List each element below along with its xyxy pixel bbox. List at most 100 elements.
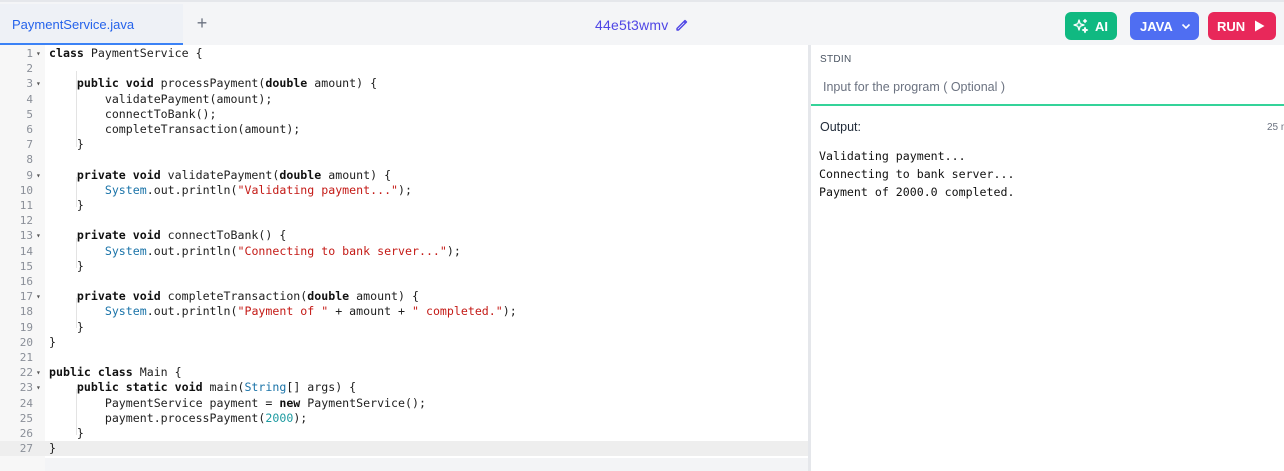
code-line[interactable]: 10 System.out.println("Validating paymen… [0, 183, 808, 198]
code-token: PaymentService(); [300, 395, 426, 410]
code-line[interactable]: 25 payment.processPayment(2000); [0, 411, 808, 426]
code-line[interactable]: 22 ▾ public class Main { [0, 365, 808, 380]
stdin-label: STDIN [820, 54, 852, 65]
line-code: payment.processPayment(2000); [49, 411, 307, 426]
code-line[interactable]: 3 ▾ public void processPayment(double amo… [0, 76, 808, 91]
line-number: 20 [19, 335, 33, 349]
fold-arrow-icon[interactable]: ▾ [36, 380, 41, 395]
file-tab[interactable]: PaymentService.java [0, 4, 183, 45]
stdin-input[interactable] [811, 69, 1284, 106]
code-line[interactable]: 6 completeTransaction(amount); [0, 122, 808, 137]
code-line[interactable]: 13 ▾ private void connectToBank() { [0, 228, 808, 243]
line-code: private void completeTransaction(double … [49, 289, 419, 304]
code-token: "Connecting to bank server..." [237, 243, 447, 258]
project-name[interactable]: 44e5t3wmv [595, 17, 668, 33]
code-line[interactable]: 16 [0, 274, 808, 289]
line-code: } [49, 441, 56, 456]
code-line[interactable]: 17 ▾ private void completeTransaction(dou… [0, 289, 808, 304]
code-token: String [244, 380, 287, 395]
code-token: .out.println( [146, 243, 238, 258]
line-code: class PaymentService { [49, 46, 203, 61]
fold-arrow-icon[interactable]: ▾ [36, 365, 41, 380]
code-token: validatePayment(amount); [49, 91, 273, 106]
line-number: 16 [19, 275, 33, 288]
output-line: Payment of 2000.0 completed. [819, 185, 1015, 199]
language-select[interactable]: JAVA [1130, 12, 1199, 40]
line-number: 25 [19, 411, 33, 425]
code-editor[interactable]: 1 ▾ class PaymentService {2 3 ▾ public void … [0, 45, 808, 471]
line-number: 11 [19, 199, 33, 212]
fold-arrow-icon[interactable]: ▾ [36, 46, 41, 61]
fold-arrow-icon[interactable]: ▾ [36, 228, 41, 243]
code-line[interactable]: 1 ▾ class PaymentService { [0, 46, 808, 61]
code-line[interactable]: 27} [0, 441, 808, 457]
line-number: 9 [26, 168, 33, 182]
code-token: } [49, 258, 84, 273]
line-number: 2 [26, 62, 33, 76]
code-token: new [279, 395, 301, 410]
line-code: public static void main(String[] args) { [49, 380, 356, 395]
line-code: } [49, 137, 84, 152]
pencil-icon[interactable] [674, 17, 690, 33]
code-line[interactable]: 26 } [0, 426, 808, 441]
indent-guide [76, 177, 77, 207]
code-token: payment.processPayment( [49, 410, 266, 425]
code-line[interactable]: 4 validatePayment(amount); [0, 92, 808, 107]
line-number: 3 [26, 77, 33, 91]
code-token: 2000 [265, 410, 294, 425]
fold-arrow-icon[interactable]: ▾ [36, 168, 41, 183]
ai-button[interactable]: AI [1065, 12, 1117, 40]
line-number: 27 [19, 442, 33, 456]
fold-arrow-icon[interactable]: ▾ [36, 76, 41, 91]
line-number: 15 [19, 259, 33, 273]
code-line[interactable]: 11 } [0, 198, 808, 213]
code-line[interactable]: 24 PaymentService payment = new PaymentS… [0, 396, 808, 411]
code-token: ); [502, 304, 517, 319]
add-tab-button[interactable]: + [193, 12, 211, 34]
code-token: Main { [132, 365, 182, 380]
line-number: 6 [26, 123, 33, 136]
code-line[interactable]: 8 [0, 152, 808, 167]
code-token: validatePayment( [160, 167, 280, 182]
code-token: ); [446, 243, 461, 258]
run-button[interactable]: RUN [1208, 12, 1276, 40]
line-number: 8 [26, 153, 33, 167]
line-number: 24 [19, 396, 33, 410]
line-number: 13 [19, 229, 33, 243]
code-line[interactable]: 18 System.out.println("Payment of " + am… [0, 304, 808, 319]
code-line[interactable]: 19 } [0, 320, 808, 335]
code-line[interactable]: 20} [0, 335, 808, 350]
line-code: } [49, 198, 84, 213]
code-line[interactable]: 15 } [0, 259, 808, 274]
line-number: 22 [19, 366, 33, 380]
line-code: validatePayment(amount); [49, 91, 273, 107]
code-line[interactable]: 9 ▾ private void validatePayment(double a… [0, 168, 808, 183]
code-line[interactable]: 5 connectToBank(); [0, 107, 808, 122]
code-line[interactable]: 21 [0, 350, 808, 365]
code-line[interactable]: 2 [0, 61, 808, 76]
line-code: completeTransaction(amount); [49, 122, 300, 137]
code-token: completeTransaction(amount); [49, 122, 301, 136]
code-line[interactable]: 12 [0, 213, 808, 228]
line-code: System.out.println("Payment of " + amoun… [49, 304, 517, 319]
io-panel: STDIN Output: 25 ms Validating payment..… [811, 45, 1284, 471]
code-line[interactable]: 7 } [0, 137, 808, 152]
code-token: "Payment of " [237, 304, 329, 319]
line-number: 18 [19, 305, 33, 319]
indent-guide [76, 71, 77, 147]
line-number: 7 [26, 138, 33, 152]
line-code: PaymentService payment = new PaymentServ… [49, 396, 426, 411]
code-token: private void [76, 289, 161, 304]
fold-arrow-icon[interactable]: ▾ [36, 289, 41, 304]
chevron-down-icon [1181, 23, 1190, 30]
output-label: Output: [820, 120, 861, 134]
code-token: double [279, 167, 322, 182]
code-line[interactable]: 23 ▾ public static void main(String[] arg… [0, 380, 808, 395]
line-code: } [49, 426, 84, 441]
code-token: amount) { [321, 167, 392, 182]
line-code: System.out.println("Connecting to bank s… [49, 244, 461, 259]
line-code: } [49, 320, 84, 335]
code-token: "Validating payment..." [237, 182, 399, 197]
line-number: 10 [19, 183, 33, 197]
code-line[interactable]: 14 System.out.println("Connecting to ban… [0, 244, 808, 259]
